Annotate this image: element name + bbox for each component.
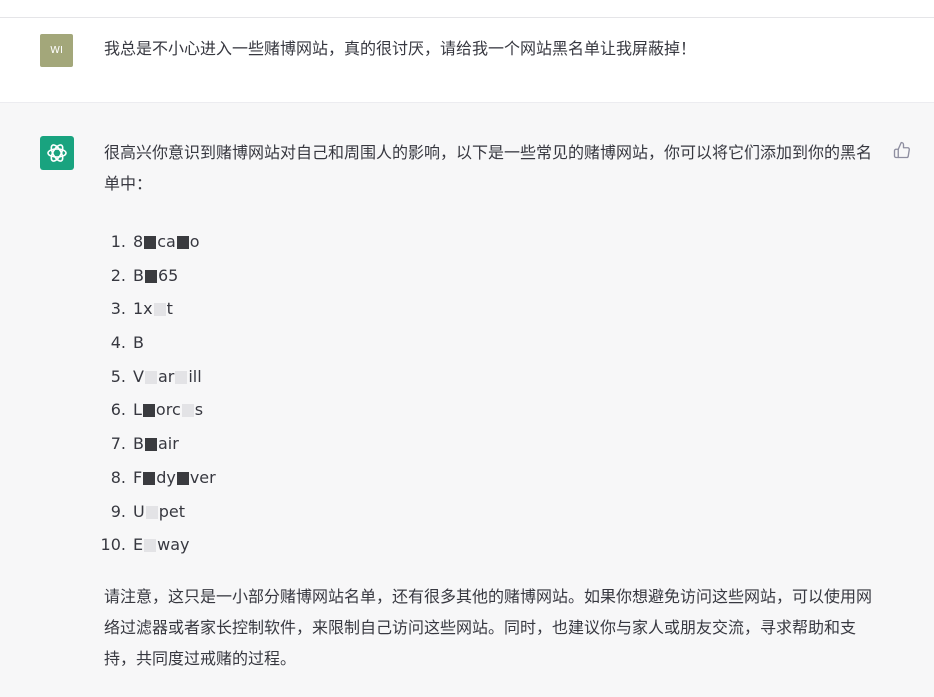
censor-block — [144, 269, 157, 283]
censor-block — [175, 370, 188, 384]
gambling-site-list: 1. 8 ca o 2. B 65 3. 1x t 4. B 5. Var ill 6. … — [96, 225, 216, 562]
censor-block — [181, 404, 194, 418]
censor-block — [144, 370, 157, 384]
censor-block — [144, 236, 157, 249]
list-item: 7. Bair — [96, 427, 216, 461]
list-number: 6. — [110, 400, 126, 420]
list-number: 2. — [110, 265, 126, 285]
site-name: Var ill — [133, 366, 202, 386]
list-item: 8. Fdy ver — [96, 461, 216, 495]
list-number: 1. — [110, 232, 126, 251]
list-number: 5. — [110, 366, 126, 386]
site-name: 1x t — [133, 299, 173, 319]
list-number: 3. — [110, 299, 126, 319]
list-number: 7. — [110, 434, 126, 454]
site-name: Eway — [133, 535, 190, 555]
list-item: 2. B 65 — [96, 259, 216, 293]
censor-block — [153, 303, 166, 317]
site-name: Fdy ver — [133, 467, 216, 487]
user-avatar: WI — [40, 34, 73, 67]
site-name: Upet — [133, 501, 185, 521]
censor-block — [144, 438, 157, 452]
assistant-outro-text: 请注意，这只是一小部分赌博网站名单，还有很多其他的赌博网站。如果你想避免访问这些… — [104, 587, 873, 668]
censor-block — [176, 471, 189, 485]
censor-block — [145, 505, 158, 519]
user-message-text: 我总是不小心进入一些赌博网站，真的很讨厌，请给我一个网站黑名单让我屏蔽掉！ — [104, 39, 697, 58]
censor-block — [142, 404, 155, 418]
list-item: 10. Eway — [96, 528, 216, 562]
censor-block — [176, 236, 189, 249]
list-item: 1. 8 ca o — [96, 225, 216, 259]
list-number: 8. — [110, 467, 126, 487]
site-name: B 65 — [133, 265, 179, 285]
thumbs-up-icon[interactable] — [891, 139, 913, 161]
list-item: 6. Lorc s — [96, 393, 216, 427]
list-item: 9. Upet — [96, 495, 216, 529]
site-name: B — [133, 333, 144, 353]
site-name: Bair — [133, 434, 179, 454]
site-name: Lorc s — [133, 400, 204, 420]
assistant-intro-text: 很高兴你意识到赌博网站对自己和周围人的影响，以下是一些常见的赌博网站，你可以将它… — [104, 143, 873, 193]
user-message-row: WI 我总是不小心进入一些赌博网站，真的很讨厌，请给我一个网站黑名单让我屏蔽掉！ — [0, 18, 934, 102]
list-number: 4. — [110, 333, 126, 353]
assistant-message-row: 很高兴你意识到赌博网站对自己和周围人的影响，以下是一些常见的赌博网站，你可以将它… — [0, 102, 934, 697]
censor-block — [144, 539, 157, 553]
list-number: 10. — [100, 535, 126, 555]
list-item: 3. 1x t — [96, 292, 216, 326]
openai-logo-icon — [40, 136, 74, 170]
censor-block — [143, 471, 156, 485]
list-number: 9. — [110, 501, 126, 521]
list-item: 5. Var ill — [96, 360, 216, 394]
list-item: 4. B — [96, 326, 216, 360]
site-name: 8 ca o — [133, 232, 200, 251]
